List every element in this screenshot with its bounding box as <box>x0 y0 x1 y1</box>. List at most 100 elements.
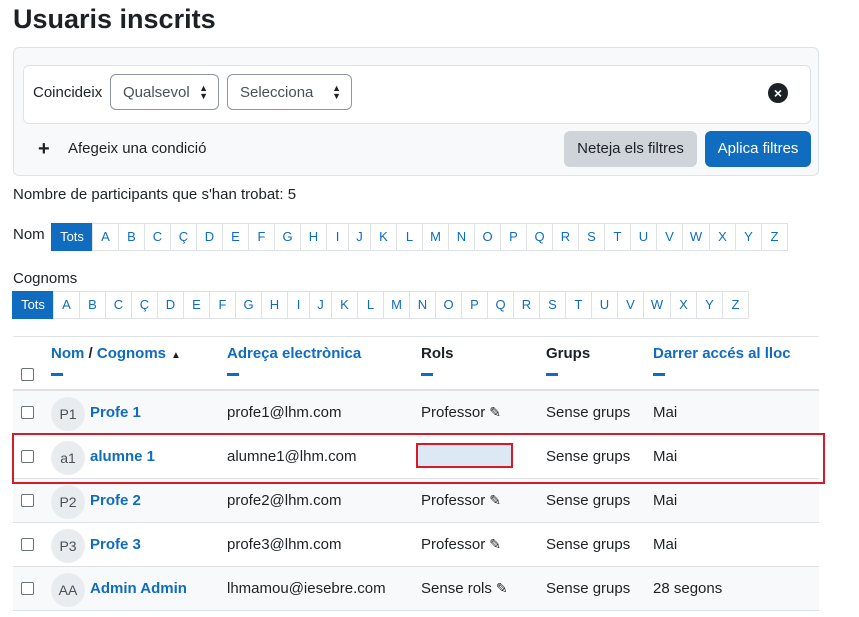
user-name-link[interactable]: Admin Admin <box>90 580 187 597</box>
initial-letter[interactable]: T <box>604 223 631 251</box>
apply-filters-button[interactable]: Aplica filtres <box>705 131 811 167</box>
row-checkbox[interactable] <box>21 494 34 507</box>
initial-letter[interactable]: E <box>183 291 210 319</box>
pencil-icon[interactable]: ✎ <box>489 536 501 552</box>
initial-letter[interactable]: H <box>300 223 327 251</box>
sort-first-name-link[interactable]: Nom <box>51 345 84 362</box>
pencil-icon[interactable]: ✎ <box>488 448 500 464</box>
add-condition-button[interactable]: + Afegeix una condició <box>38 137 207 160</box>
collapse-column-icon[interactable] <box>227 373 239 376</box>
row-checkbox[interactable] <box>21 582 34 595</box>
initial-letter[interactable]: T <box>565 291 592 319</box>
initial-letter[interactable]: K <box>370 223 397 251</box>
initial-letter[interactable]: W <box>682 223 710 251</box>
initial-letter[interactable]: Z <box>761 223 788 251</box>
select-all-checkbox[interactable] <box>21 368 34 381</box>
close-circle-icon[interactable]: × <box>768 83 788 103</box>
initial-letter[interactable]: R <box>513 291 540 319</box>
initial-letter[interactable]: Q <box>487 291 514 319</box>
table-header: Nom / Cognoms ▲ Adreça electrònica Rols G… <box>13 336 819 391</box>
initial-letter[interactable]: D <box>157 291 184 319</box>
sort-last-access-link[interactable]: Darrer accés al lloc <box>653 345 791 362</box>
initial-letter[interactable]: U <box>591 291 618 319</box>
initial-letter[interactable]: F <box>248 223 275 251</box>
initial-letter[interactable]: A <box>53 291 80 319</box>
pencil-icon[interactable]: ✎ <box>496 580 508 596</box>
initial-letter[interactable]: M <box>422 223 449 251</box>
collapse-column-icon[interactable] <box>653 373 665 376</box>
initial-letter[interactable]: I <box>287 291 310 319</box>
initial-letter[interactable]: P <box>461 291 488 319</box>
initial-letter[interactable]: G <box>235 291 262 319</box>
initial-letter[interactable]: A <box>92 223 119 251</box>
add-condition-label: Afegeix una condició <box>68 140 207 157</box>
initial-letter[interactable]: Q <box>526 223 553 251</box>
initial-letter[interactable]: Z <box>722 291 749 319</box>
sort-last-name-link[interactable]: Cognoms <box>97 345 166 362</box>
row-checkbox[interactable] <box>21 406 34 419</box>
initial-letter[interactable]: L <box>357 291 384 319</box>
row-checkbox[interactable] <box>21 538 34 551</box>
initial-letter[interactable]: U <box>630 223 657 251</box>
collapse-column-icon[interactable] <box>546 373 558 376</box>
collapse-column-icon[interactable] <box>51 373 63 376</box>
match-select[interactable]: Qualsevol ▲ ▼ <box>110 74 219 110</box>
plus-icon: + <box>38 137 50 160</box>
initial-letter[interactable]: F <box>209 291 236 319</box>
initial-letter[interactable]: E <box>222 223 249 251</box>
initial-letter[interactable]: X <box>709 223 736 251</box>
initial-letter[interactable]: Ç <box>170 223 197 251</box>
header-groups: Grups <box>546 345 590 376</box>
initial-letter[interactable]: W <box>643 291 671 319</box>
sort-email-link[interactable]: Adreça electrònica <box>227 345 361 362</box>
first-initial-bar: Tots A B C Ç D E F G H I J K L M N O P Q R S T U V W X Y Z <box>51 223 788 251</box>
pencil-icon[interactable]: ✎ <box>489 492 501 508</box>
table-row: a1 alumne 1 alumne1@lhm.com Estudiant ✎ Sense… <box>13 435 819 479</box>
initial-all[interactable]: Tots <box>51 223 93 251</box>
user-name-link[interactable]: Profe 1 <box>90 404 141 421</box>
user-email: profe2@lhm.com <box>227 492 342 509</box>
row-checkbox[interactable] <box>21 450 34 463</box>
initial-letter[interactable]: I <box>326 223 349 251</box>
user-email: profe3@lhm.com <box>227 536 342 553</box>
initial-letter[interactable]: B <box>79 291 106 319</box>
user-name-link[interactable]: alumne 1 <box>90 448 155 465</box>
initial-letter[interactable]: K <box>331 291 358 319</box>
initial-letter[interactable]: G <box>274 223 301 251</box>
initial-letter[interactable]: H <box>261 291 288 319</box>
initial-letter[interactable]: X <box>670 291 697 319</box>
pencil-icon[interactable]: ✎ <box>489 404 501 420</box>
initial-letter[interactable]: P <box>500 223 527 251</box>
user-role: Professor ✎ <box>421 492 501 509</box>
initial-letter[interactable]: N <box>409 291 436 319</box>
user-email: profe1@lhm.com <box>227 404 342 421</box>
filter-type-select[interactable]: Selecciona ▲ ▼ <box>227 74 352 110</box>
collapse-column-icon[interactable] <box>421 373 433 376</box>
initial-all[interactable]: Tots <box>12 291 54 319</box>
initial-letter[interactable]: O <box>435 291 462 319</box>
user-name-link[interactable]: Profe 3 <box>90 536 141 553</box>
header-name: Nom / Cognoms ▲ <box>51 345 181 376</box>
user-role-label: Estudiant <box>421 448 484 465</box>
initial-letter[interactable]: R <box>552 223 579 251</box>
initial-letter[interactable]: C <box>144 223 171 251</box>
initial-letter[interactable]: B <box>118 223 145 251</box>
initial-letter[interactable]: D <box>196 223 223 251</box>
initial-letter[interactable]: M <box>383 291 410 319</box>
initial-letter[interactable]: V <box>617 291 644 319</box>
initial-letter[interactable]: Y <box>696 291 723 319</box>
user-name-link[interactable]: Profe 2 <box>90 492 141 509</box>
initial-letter[interactable]: N <box>448 223 475 251</box>
initial-letter[interactable]: O <box>474 223 501 251</box>
match-select-value: Qualsevol <box>123 84 190 101</box>
initial-letter[interactable]: L <box>396 223 423 251</box>
clear-filters-button[interactable]: Neteja els filtres <box>564 131 697 167</box>
initial-letter[interactable]: S <box>539 291 566 319</box>
initial-letter[interactable]: Y <box>735 223 762 251</box>
initial-letter[interactable]: J <box>309 291 332 319</box>
initial-letter[interactable]: V <box>656 223 683 251</box>
initial-letter[interactable]: S <box>578 223 605 251</box>
initial-letter[interactable]: Ç <box>131 291 158 319</box>
initial-letter[interactable]: C <box>105 291 132 319</box>
initial-letter[interactable]: J <box>348 223 371 251</box>
